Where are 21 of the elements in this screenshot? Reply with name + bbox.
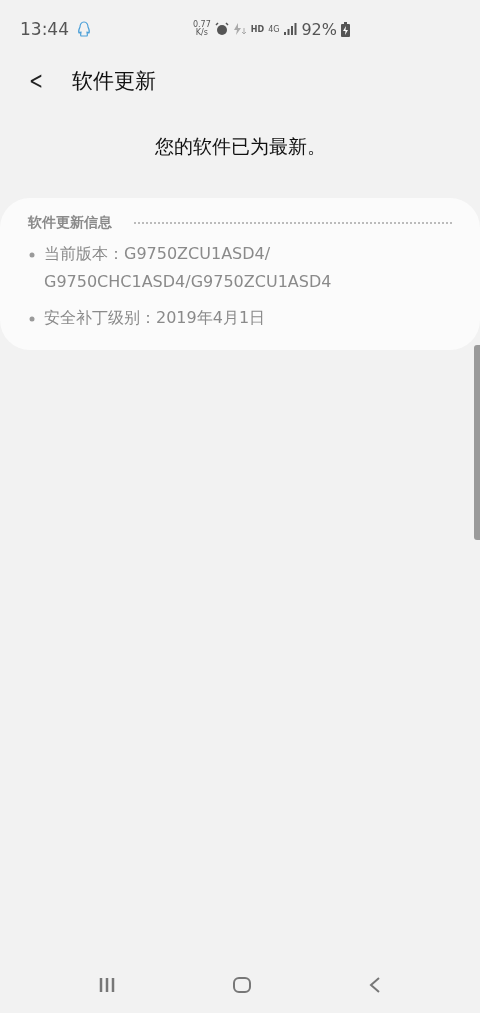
- alarm-icon: [214, 22, 229, 36]
- page-title: 软件更新: [72, 68, 157, 95]
- card-title: 软件更新信息: [28, 214, 112, 232]
- info-item: 安全补丁级别：2019年4月1日: [44, 307, 267, 329]
- hd-indicator: HD: [250, 24, 265, 34]
- bullet-icon: [28, 252, 36, 258]
- back-icon[interactable]: [368, 976, 382, 994]
- recent-apps-icon[interactable]: [98, 977, 116, 993]
- signal-icon: [283, 23, 298, 35]
- network-type: 4G: [268, 24, 280, 34]
- status-time: 13:44: [20, 19, 69, 39]
- battery-charging-icon: [341, 21, 350, 37]
- info-item: 当前版本：G9750ZCU1ASD4/ G9750CHC1ASD4/G9750ZCU1ASD4: [44, 243, 333, 293]
- battery-percent: 92%: [301, 19, 337, 39]
- penguin-icon: [77, 21, 91, 37]
- status-message: 您的软件已为最新。: [153, 134, 327, 159]
- back-button[interactable]: <: [26, 67, 46, 95]
- home-icon[interactable]: [232, 976, 252, 994]
- network-speed: 0.77 K/s: [193, 21, 211, 37]
- data-transfer-icon: [232, 22, 247, 36]
- bullet-icon: [28, 316, 36, 322]
